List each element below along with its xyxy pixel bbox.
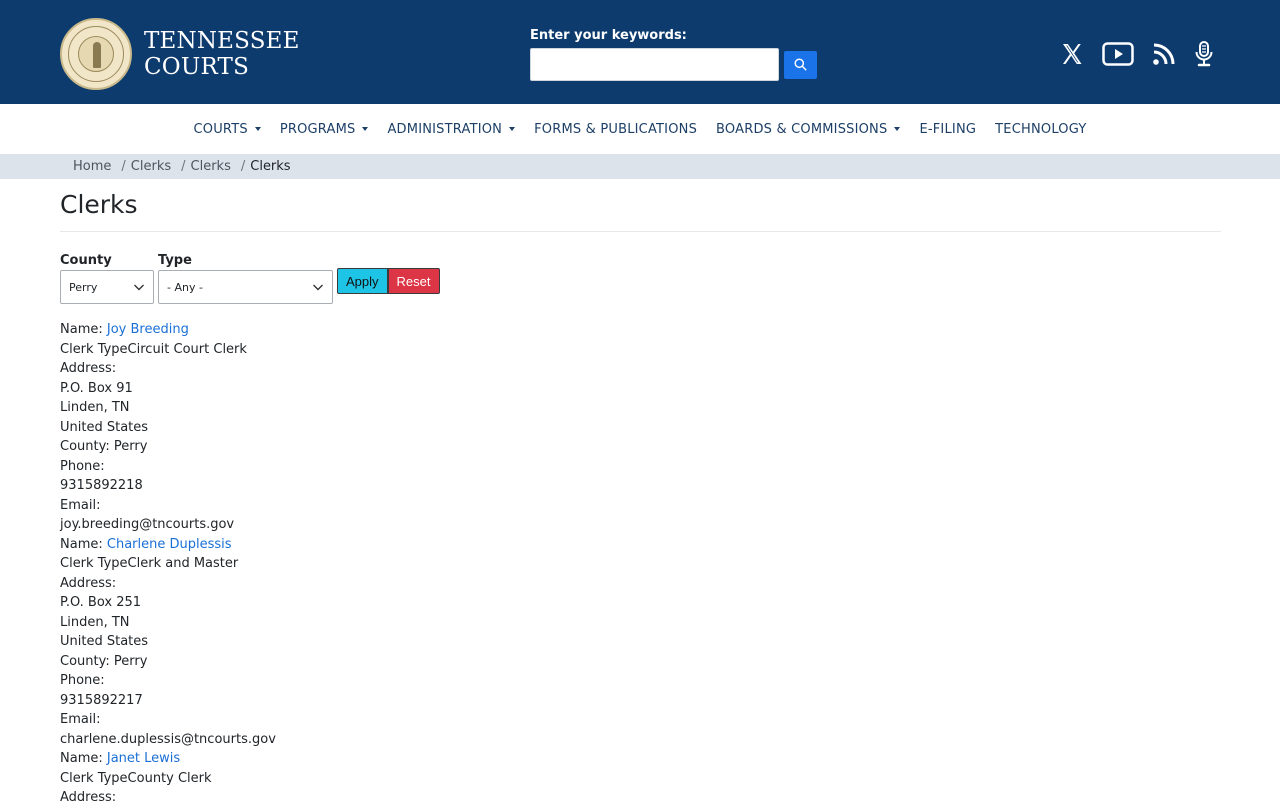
phone-label: Phone: — [60, 673, 105, 688]
search-icon — [794, 58, 807, 71]
address-country: United States — [60, 419, 149, 435]
county-select-value: Perry — [69, 280, 98, 294]
breadcrumb-separator: / — [181, 159, 186, 174]
type-filter-label: Type — [158, 253, 192, 268]
address-country: United States — [60, 634, 149, 649]
address-city: Linden, TN — [60, 400, 130, 415]
clerk-name-link[interactable]: Charlene Duplessis — [107, 537, 232, 552]
county-select[interactable]: Perry — [60, 270, 154, 304]
chevron-down-icon — [313, 284, 323, 291]
clerk-type: Clerk TypeCircuit Court Clerk — [60, 341, 247, 357]
address-label: Address: — [60, 790, 117, 805]
county-filter-label: County — [60, 253, 112, 268]
caret-down-icon — [254, 127, 261, 131]
rss-icon — [1153, 43, 1175, 65]
brand-line-2: COURTS — [144, 54, 250, 80]
email-value: joy.breeding@tncourts.gov — [60, 517, 235, 532]
breadcrumb-home[interactable]: Home — [73, 159, 111, 174]
phone-value: 9315892217 — [60, 692, 143, 708]
name-prefix: Name: — [60, 322, 107, 337]
nav-forms-publications[interactable]: FORMS & PUBLICATIONS — [525, 122, 707, 137]
brand-title: TENNESSEE COURTS — [144, 28, 300, 80]
search-input[interactable] — [530, 48, 779, 81]
x-twitter-icon — [1063, 44, 1082, 64]
clerk-results: Name: Joy Breeding Clerk TypeCircuit Cou… — [60, 320, 1220, 808]
breadcrumb-clerks-2[interactable]: Clerks — [191, 159, 231, 174]
breadcrumb-separator: / — [121, 159, 126, 174]
nav-label: E-FILING — [919, 121, 977, 137]
address-city: Linden, TN — [60, 614, 130, 630]
email-value: charlene.duplessis@tncourts.gov — [60, 731, 276, 747]
nav-label: BOARDS & COMMISSIONS — [716, 121, 888, 137]
breadcrumb-clerks[interactable]: Clerks — [131, 159, 171, 174]
podcast-microphone-icon — [1195, 41, 1213, 67]
address-label: Address: — [60, 575, 117, 591]
nav-courts[interactable]: COURTS — [184, 122, 270, 137]
clerk-county: County: Perry — [60, 439, 148, 454]
breadcrumb: Home / Clerks / Clerks / Clerks — [0, 154, 1280, 179]
clerk-entry: Name: Charlene Duplessis Clerk TypeClerk… — [60, 535, 1220, 750]
breadcrumb-separator: / — [240, 159, 246, 174]
name-prefix: Name: — [60, 751, 107, 766]
nav-programs[interactable]: PROGRAMS — [270, 122, 378, 137]
social-links — [1060, 40, 1214, 72]
phone-value: 9315892218 — [60, 478, 143, 493]
nav-label: PROGRAMS — [279, 121, 356, 137]
site-header: TENNESSEE COURTS Enter your keywords: — [0, 0, 1280, 104]
main-content: Clerks County Perry Type - Any - Apply R… — [0, 189, 1280, 808]
brand-line-1: TENNESSEE — [144, 28, 300, 54]
nav-e-filing[interactable]: E-FILING — [910, 122, 986, 137]
clerk-filters: County Perry Type - Any - Apply Reset — [60, 253, 1220, 304]
reset-button[interactable]: Reset — [387, 268, 440, 294]
email-label: Email: — [60, 712, 101, 727]
nav-administration[interactable]: ADMINISTRATION — [378, 122, 525, 137]
clerk-county: County: Perry — [60, 653, 148, 669]
site-search: Enter your keywords: — [530, 28, 817, 81]
email-label: Email: — [60, 497, 101, 513]
type-select-value: - Any - — [167, 280, 203, 294]
address-label: Address: — [60, 361, 117, 376]
clerk-name-link[interactable]: Joy Breeding — [107, 322, 189, 337]
x-twitter-link[interactable] — [1060, 42, 1084, 70]
clerk-name-line: Name: Janet Lewis — [60, 749, 1220, 769]
clerk-entry: Name: Janet Lewis Clerk TypeCounty Clerk… — [60, 749, 1220, 808]
clerk-name-line: Name: Charlene Duplessis — [60, 535, 1220, 555]
main-navigation: COURTS PROGRAMS ADMINISTRATION FORMS & P… — [0, 104, 1280, 154]
nav-label: FORMS & PUBLICATIONS — [534, 121, 698, 137]
search-label: Enter your keywords: — [530, 28, 687, 43]
name-prefix: Name: — [60, 536, 107, 552]
rss-link[interactable] — [1152, 42, 1176, 70]
clerk-type: Clerk TypeCounty Clerk — [60, 770, 212, 786]
apply-button[interactable]: Apply — [337, 268, 388, 294]
home-logo-link[interactable]: TENNESSEE COURTS — [60, 18, 300, 90]
nav-boards-commissions[interactable]: BOARDS & COMMISSIONS — [707, 122, 910, 137]
page-title: Clerks — [60, 189, 1221, 232]
caret-down-icon — [362, 127, 369, 131]
search-button[interactable] — [784, 50, 817, 79]
caret-down-icon — [509, 127, 516, 131]
nav-technology[interactable]: TECHNOLOGY — [986, 122, 1096, 137]
caret-down-icon — [894, 127, 901, 131]
clerk-name-line: Name: Joy Breeding — [60, 320, 1220, 340]
clerk-type: Clerk TypeClerk and Master — [60, 556, 239, 571]
address-street: P.O. Box 91 — [60, 380, 133, 396]
podcast-link[interactable] — [1194, 40, 1214, 72]
address-street: P.O. Box 251 — [60, 595, 142, 610]
nav-label: ADMINISTRATION — [387, 121, 503, 137]
chevron-down-icon — [134, 284, 144, 291]
type-select[interactable]: - Any - — [158, 270, 333, 304]
nav-label: COURTS — [193, 121, 248, 137]
clerk-entry: Name: Joy Breeding Clerk TypeCircuit Cou… — [60, 320, 1220, 535]
nav-label: TECHNOLOGY — [995, 121, 1087, 137]
tennessee-judiciary-seal-logo — [60, 18, 132, 90]
breadcrumb-current: Clerks — [250, 159, 291, 174]
phone-label: Phone: — [60, 458, 105, 474]
clerk-name-link[interactable]: Janet Lewis — [107, 751, 180, 766]
youtube-icon — [1102, 42, 1134, 66]
youtube-link[interactable] — [1102, 42, 1134, 70]
